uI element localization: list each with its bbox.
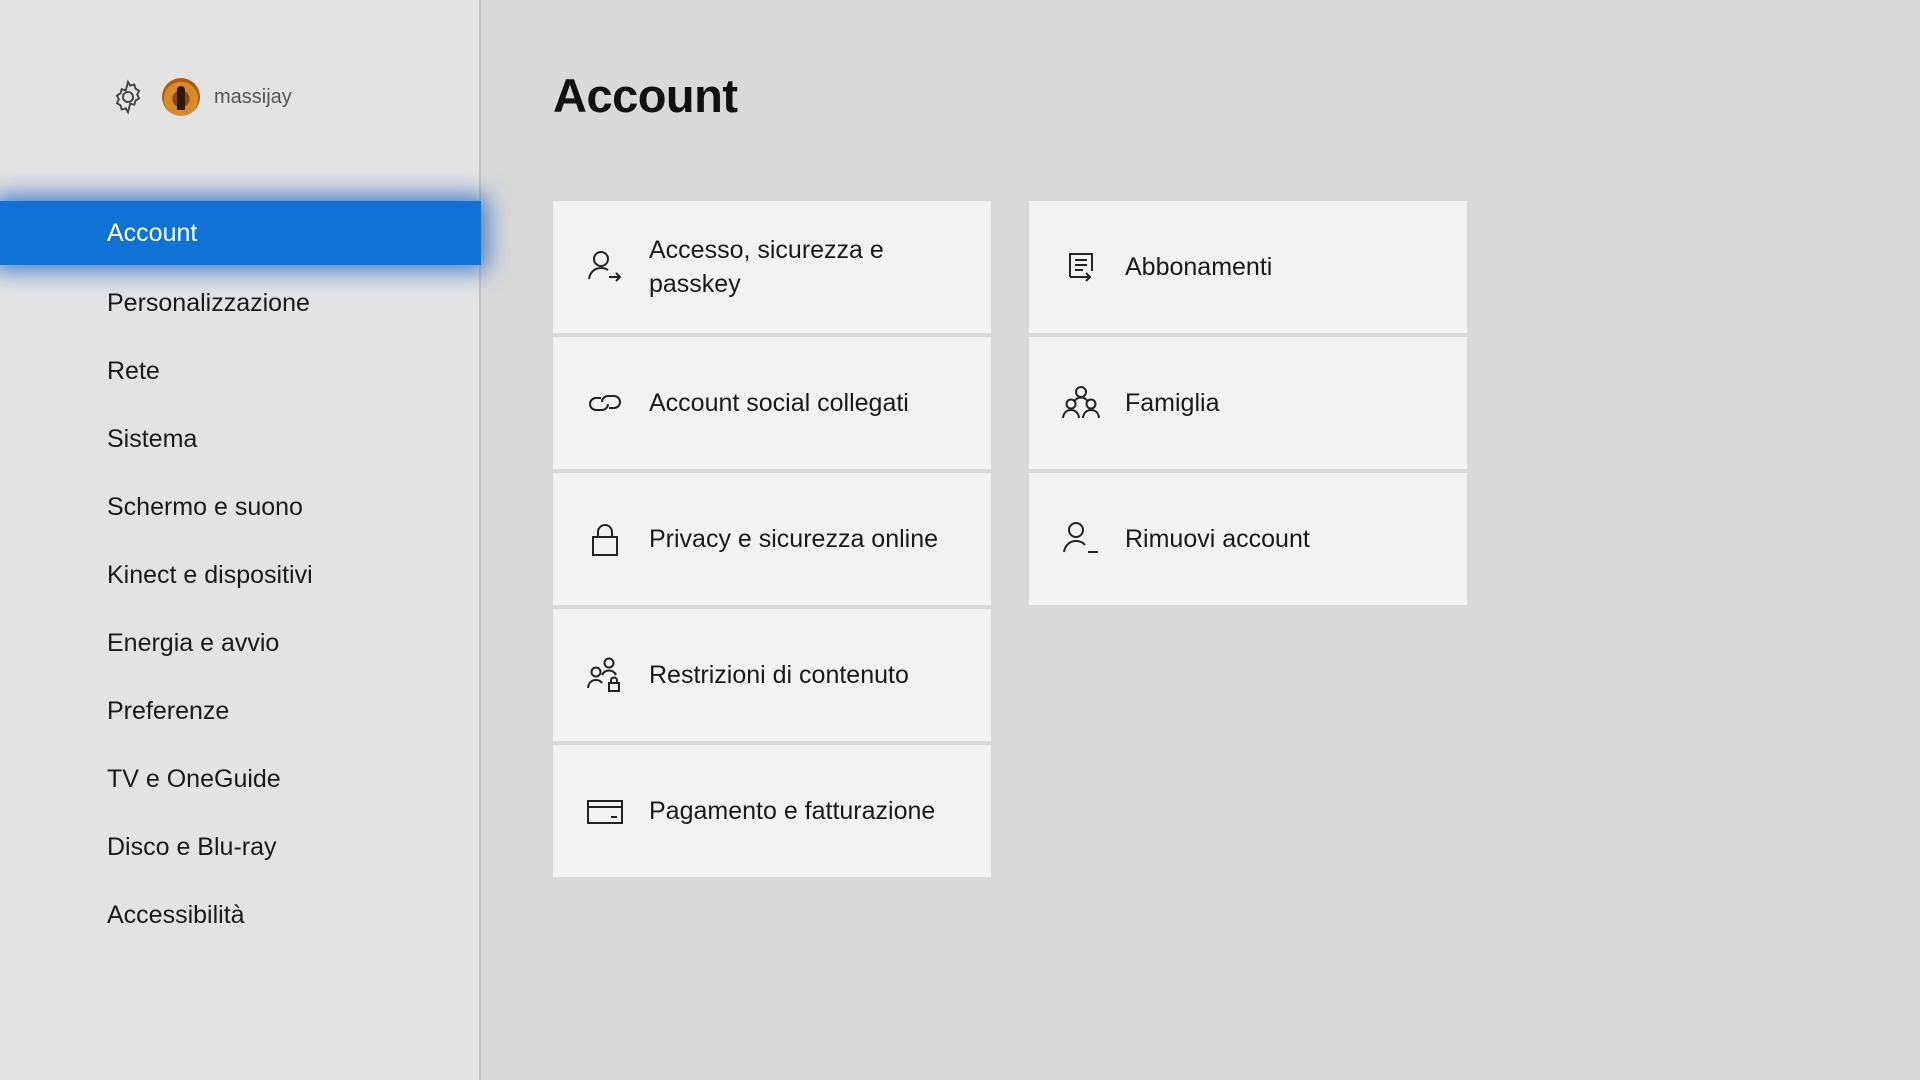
page-title: Account [553,69,738,122]
nav-item-label: Sistema [107,424,198,453]
nav-item-label: Schermo e suono [107,492,303,521]
nav-item-label: Personalizzazione [107,288,310,317]
nav-item-label: Accessibilità [107,900,245,929]
tile-label: Privacy e sicurezza online [649,525,939,553]
tile-label: Rimuovi account [1125,525,1310,553]
nav-item-tv-e-oneguide[interactable]: TV e OneGuide [0,745,481,813]
tile-privacy-sicurezza-online[interactable]: Privacy e sicurezza online [553,473,991,605]
tile-restrizioni-contenuto[interactable]: Restrizioni di contenuto [553,609,991,741]
lock-icon [585,519,625,559]
link-icon [585,383,625,423]
tile-label: Restrizioni di contenuto [649,661,909,689]
tile-label: Accesso, sicurezza e passkey [649,236,884,298]
credit-card-icon [585,791,625,831]
family-icon [1061,383,1101,423]
nav-item-label: TV e OneGuide [107,764,281,793]
tile-rimuovi-account[interactable]: Rimuovi account [1029,473,1467,605]
nav-item-kinect-e-dispositivi[interactable]: Kinect e dispositivi [0,541,481,609]
tile-pagamento-fatturazione[interactable]: Pagamento e fatturazione [553,745,991,877]
nav-item-personalizzazione[interactable]: Personalizzazione [0,269,481,337]
sidebar: massijay Account Personalizzazione Rete … [0,0,481,1080]
nav-item-label: Disco e Blu-ray [107,832,277,861]
tile-accesso-sicurezza-passkey[interactable]: Accesso, sicurezza e passkey [553,201,991,333]
tile-famiglia[interactable]: Famiglia [1029,337,1467,469]
gear-icon[interactable] [108,77,148,117]
users-lock-icon [585,655,625,695]
profile-bar: massijay [108,76,292,118]
nav-item-disco-e-blu-ray[interactable]: Disco e Blu-ray [0,813,481,881]
user-remove-icon [1061,519,1101,559]
nav-item-label: Energia e avvio [107,628,280,657]
tile-abbonamenti[interactable]: Abbonamenti [1029,201,1467,333]
nav-item-label: Rete [107,356,160,385]
document-list-icon [1061,247,1101,287]
settings-nav: Account Personalizzazione Rete Sistema S… [0,201,481,949]
nav-item-schermo-e-suono[interactable]: Schermo e suono [0,473,481,541]
tile-label: Pagamento e fatturazione [649,797,936,825]
tile-label: Account social collegati [649,389,909,417]
avatar[interactable] [162,78,200,116]
username: massijay [214,85,292,108]
user-arrow-icon [585,247,625,287]
nav-item-energia-e-avvio[interactable]: Energia e avvio [0,609,481,677]
nav-item-label: Account [107,218,198,247]
nav-item-sistema[interactable]: Sistema [0,405,481,473]
tile-label: Famiglia [1125,389,1220,417]
nav-item-label: Preferenze [107,696,230,725]
nav-item-rete[interactable]: Rete [0,337,481,405]
nav-item-account[interactable]: Account [0,201,481,265]
tile-account-social-collegati[interactable]: Account social collegati [553,337,991,469]
tile-label: Abbonamenti [1125,253,1273,281]
nav-item-accessibilita[interactable]: Accessibilità [0,881,481,949]
nav-item-preferenze[interactable]: Preferenze [0,677,481,745]
nav-item-label: Kinect e dispositivi [107,560,313,589]
